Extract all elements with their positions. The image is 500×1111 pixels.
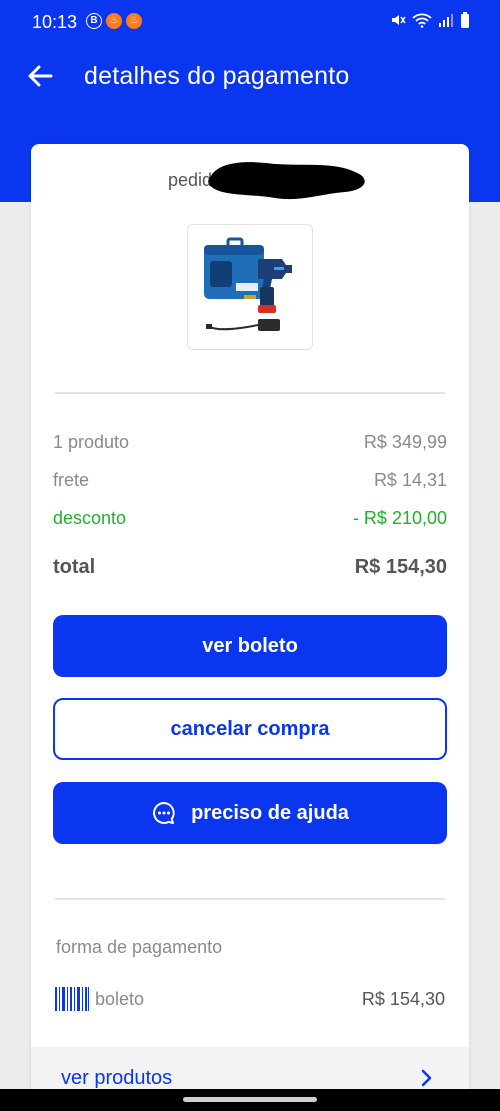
- signal-icon: [439, 14, 453, 27]
- total-value: R$ 154,30: [354, 556, 447, 578]
- payment-method-label: boleto: [95, 988, 145, 1009]
- shipping-label: frete: [53, 470, 90, 490]
- system-navigation-bar: [0, 1089, 500, 1111]
- home-gesture-handle[interactable]: [183, 1097, 317, 1102]
- status-bar: 10:13 B ♨ ♨: [0, 0, 500, 40]
- chat-bubble-icon: [151, 800, 177, 826]
- cancel-purchase-label: cancelar compra: [170, 717, 330, 740]
- view-products-link[interactable]: ver produtos: [31, 1047, 469, 1094]
- need-help-label: preciso de ajuda: [191, 801, 349, 824]
- products-line: 1 produto R$ 349,99: [53, 432, 447, 453]
- total-line: total R$ 154,30: [53, 556, 447, 579]
- shipping-value: R$ 14,31: [373, 470, 447, 490]
- product-thumbnail[interactable]: [187, 224, 313, 350]
- battery-icon: [461, 12, 469, 28]
- divider: [55, 392, 445, 394]
- mute-icon: [392, 15, 406, 25]
- arrow-left-icon: [28, 65, 53, 87]
- discount-line: desconto - R$ 210,00: [53, 508, 447, 529]
- products-value: R$ 349,99: [363, 432, 447, 452]
- payment-method-row: boleto R$ 154,30: [55, 987, 445, 1011]
- divider: [55, 898, 445, 900]
- back-button[interactable]: [24, 60, 56, 92]
- payment-method-heading: forma de pagamento: [56, 937, 223, 957]
- redacted-order-number: [208, 162, 365, 200]
- cancel-purchase-button[interactable]: cancelar compra: [53, 698, 447, 760]
- view-boleto-label: ver boleto: [202, 634, 298, 657]
- view-products-label: ver produtos: [61, 1067, 173, 1089]
- view-boleto-button[interactable]: ver boleto: [53, 615, 447, 677]
- drill-kit-image: [204, 237, 292, 331]
- discount-value: - R$ 210,00: [352, 508, 447, 528]
- system-indicators: [390, 12, 470, 28]
- page-title: detalhes do pagamento: [84, 62, 350, 90]
- chevron-right-icon: [421, 1069, 432, 1087]
- notification-icons: B ♨ ♨: [86, 13, 142, 29]
- need-help-button[interactable]: preciso de ajuda: [53, 782, 447, 844]
- products-label: 1 produto: [53, 432, 130, 452]
- payment-amount: R$ 154,30: [361, 988, 445, 1009]
- total-label: total: [53, 556, 96, 578]
- wifi-icon: [412, 13, 432, 28]
- barcode-icon: [55, 987, 89, 1011]
- b-circle-icon: B: [86, 13, 102, 29]
- shipping-line: frete R$ 14,31: [53, 470, 447, 491]
- status-time: 10:13: [32, 12, 78, 32]
- flame-icon: ♨: [106, 13, 122, 29]
- payment-details-card: pedido 1 produto R$ 349,99 frete R$ 14,3…: [31, 144, 469, 1094]
- flame-icon: ♨: [126, 13, 142, 29]
- discount-label: desconto: [53, 508, 127, 528]
